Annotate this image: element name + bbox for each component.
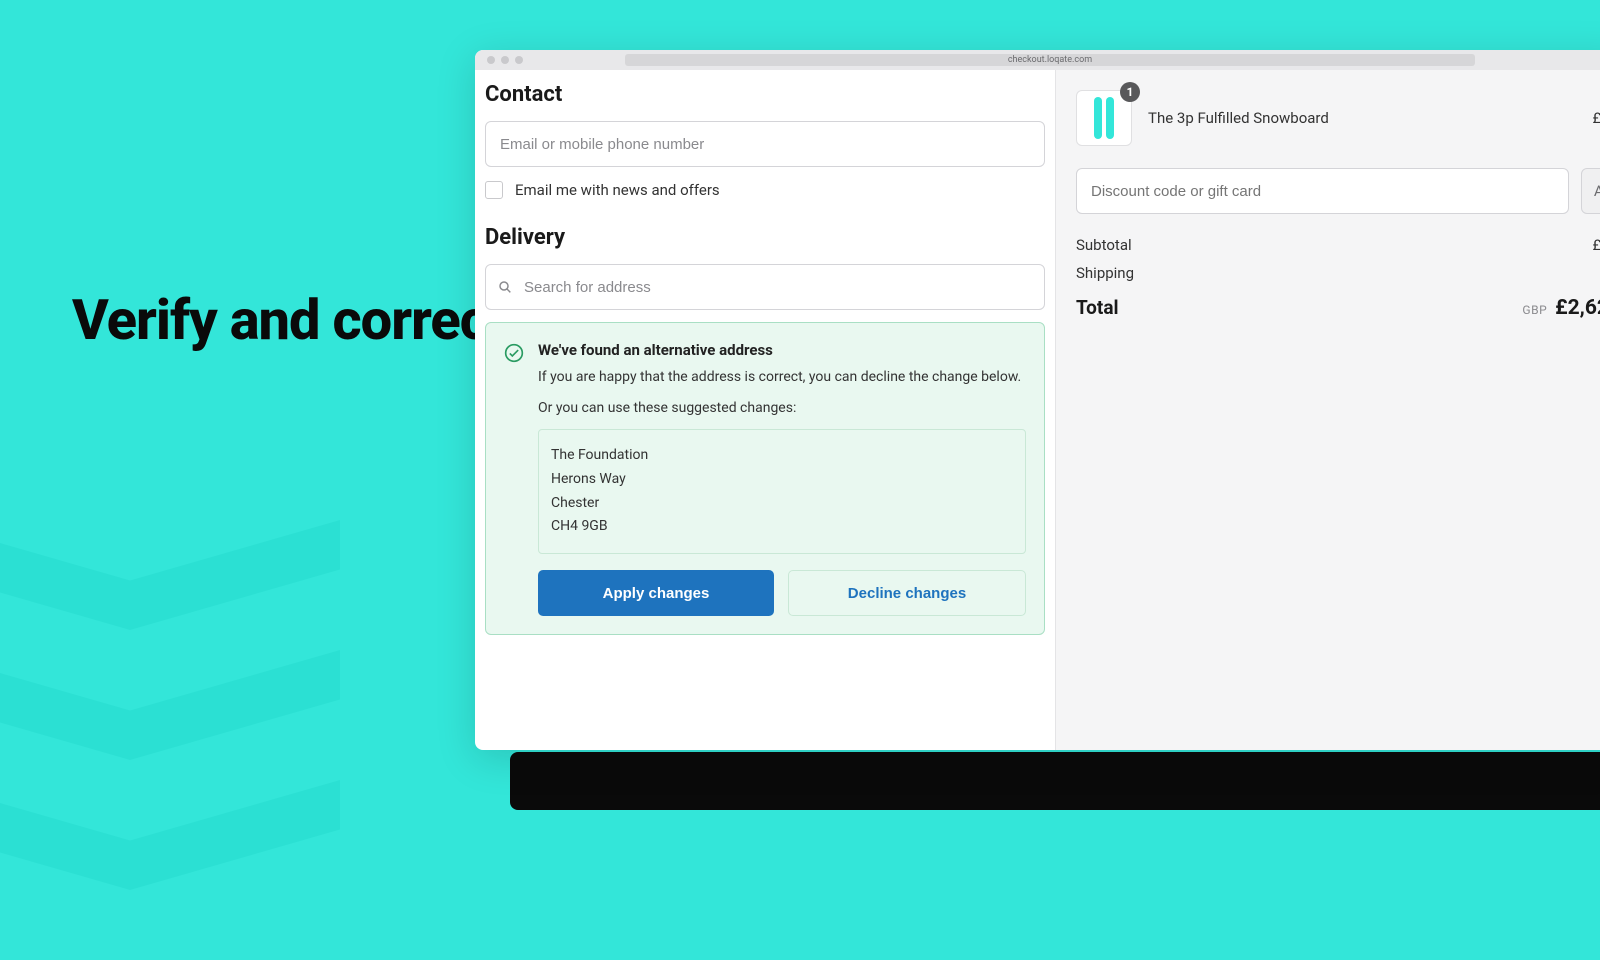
email-field[interactable] [485, 121, 1045, 167]
browser-titlebar: checkout.loqate.com [475, 50, 1600, 70]
background-decoration [0, 460, 420, 960]
cart-line-item: 1 The 3p Fulfilled Snowboard £2,6 [1076, 90, 1600, 146]
window-shadow [510, 752, 1600, 810]
address-line-4: CH4 9GB [551, 515, 1013, 539]
product-price: £2,6 [1592, 109, 1600, 127]
suggested-address: The Foundation Herons Way Chester CH4 9G… [538, 429, 1026, 554]
subtotal-value: £2,6 [1592, 236, 1600, 254]
check-circle-icon [504, 343, 524, 363]
verify-body-1: If you are happy that the address is cor… [538, 367, 1026, 388]
url-bar[interactable]: checkout.loqate.com [625, 54, 1475, 66]
verify-title: We've found an alternative address [538, 341, 1026, 359]
close-icon[interactable] [487, 56, 495, 64]
address-line-1: The Foundation [551, 444, 1013, 468]
discount-code-input[interactable] [1076, 168, 1569, 214]
shipping-label: Shipping [1076, 264, 1134, 282]
address-search-input[interactable] [485, 264, 1045, 310]
maximize-icon[interactable] [515, 56, 523, 64]
search-icon [497, 279, 513, 295]
apply-changes-button[interactable]: Apply changes [538, 570, 774, 616]
total-value: £2,629 [1555, 296, 1600, 320]
total-label: Total [1076, 296, 1119, 319]
browser-window: checkout.loqate.com Contact Email me wit… [475, 50, 1600, 750]
checkout-main: Contact Email me with news and offers De… [475, 70, 1055, 750]
delivery-heading: Delivery [485, 225, 1045, 250]
decline-changes-button[interactable]: Decline changes [788, 570, 1026, 616]
product-name: The 3p Fulfilled Snowboard [1148, 109, 1576, 127]
order-summary: 1 The 3p Fulfilled Snowboard £2,6 Ap Sub… [1055, 70, 1600, 750]
minimize-icon[interactable] [501, 56, 509, 64]
verify-body-2: Or you can use these suggested changes: [538, 398, 1026, 419]
subtotal-label: Subtotal [1076, 236, 1132, 254]
contact-heading: Contact [485, 82, 1045, 107]
currency-code: GBP [1522, 303, 1547, 317]
address-line-2: Herons Way [551, 468, 1013, 492]
newsletter-checkbox[interactable] [485, 181, 503, 199]
newsletter-label: Email me with news and offers [515, 181, 720, 199]
traffic-lights [487, 56, 523, 64]
address-line-3: Chester [551, 492, 1013, 516]
apply-discount-button[interactable]: Ap [1581, 168, 1600, 214]
address-verify-panel: We've found an alternative address If yo… [485, 322, 1045, 635]
qty-badge: 1 [1120, 82, 1140, 102]
